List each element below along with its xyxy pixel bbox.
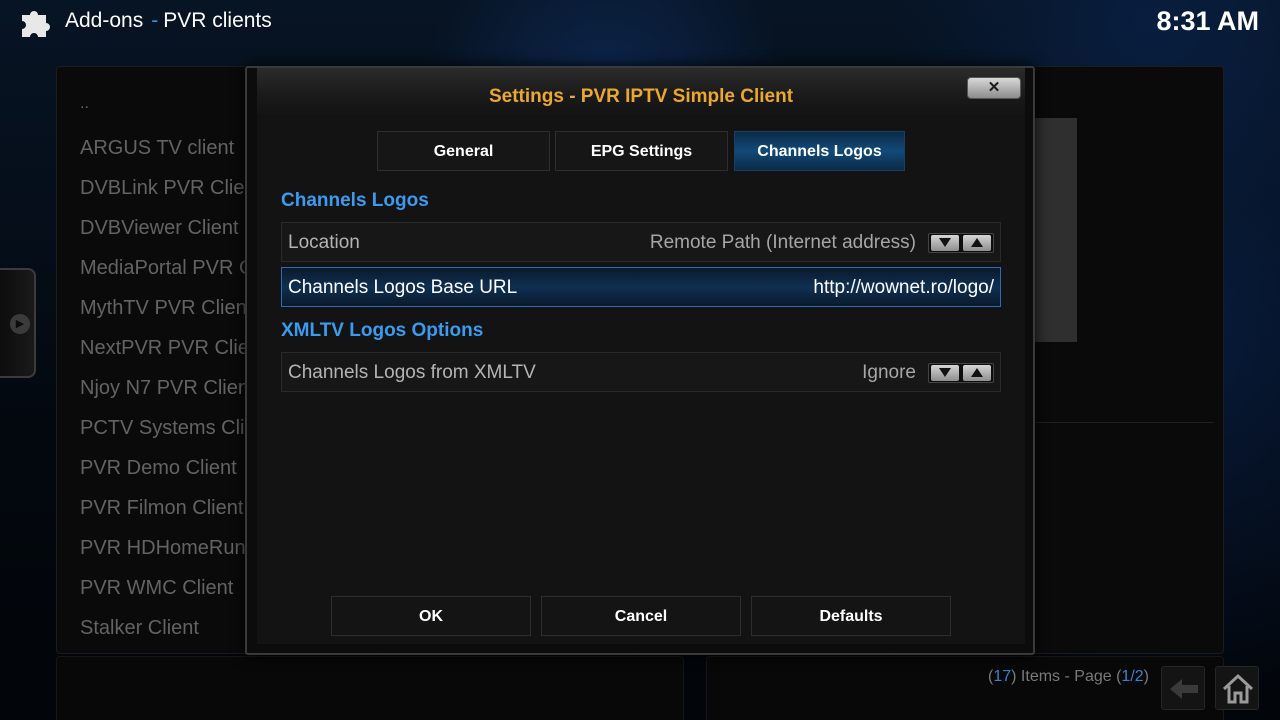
back-arrow-icon [1170,679,1198,699]
triangle-down-icon [939,368,951,377]
chevron-right-icon: ▶ [10,314,30,334]
spinner-up-button[interactable] [963,365,991,381]
triangle-up-icon [971,368,983,377]
close-icon: ✕ [987,79,1001,96]
value-spinner [928,363,994,383]
setting-label: Location [288,232,360,253]
addon-list: .. ARGUS TV client DVBLink PVR Client DV… [80,88,248,648]
items-count: 17 [993,668,1012,685]
footer-right-bar [706,656,1224,720]
clock: 8:31 AM [1156,6,1259,36]
tab-channels-logos[interactable]: Channels Logos [734,131,905,171]
tab-general[interactable]: General [377,131,550,171]
list-item[interactable]: PVR Demo Client [80,448,248,488]
tab-epg-settings[interactable]: EPG Settings [555,131,728,171]
puzzle-piece-icon [22,11,50,37]
settings-dialog: Settings - PVR IPTV Simple Client ✕ Gene… [245,66,1035,655]
list-item[interactable]: NextPVR PVR Client [80,328,248,368]
items-page-info: (17) Items - Page (1/2) [988,668,1149,685]
close-button[interactable]: ✕ [967,77,1021,99]
spinner-down-button[interactable] [931,235,959,251]
spinner-down-button[interactable] [931,365,959,381]
page-total: 2 [1134,668,1144,685]
setting-value: http://wownet.ro/logo/ [813,277,994,298]
spinner-up-button[interactable] [963,235,991,251]
breadcrumb: Add-ons - PVR clients [65,9,272,33]
setting-label: Channels Logos Base URL [288,277,518,298]
defaults-button[interactable]: Defaults [751,596,951,636]
list-item[interactable]: Njoy N7 PVR Client [80,368,248,408]
triangle-up-icon [971,238,983,247]
home-button[interactable] [1215,666,1259,710]
home-icon [1222,673,1254,704]
ok-button[interactable]: OK [331,596,531,636]
triangle-down-icon [939,238,951,247]
setting-value: Ignore [862,362,916,383]
cancel-button[interactable]: Cancel [541,596,741,636]
list-item[interactable]: MediaPortal PVR Client [80,248,248,288]
section-title-channels-logos: Channels Logos [281,190,429,211]
breadcrumb-separator: - [151,9,159,32]
side-menu-tab[interactable]: ▶ [0,268,36,378]
list-item[interactable]: PVR HDHomeRun Client [80,528,248,568]
footer-left-bar [56,656,684,720]
value-spinner [928,233,994,253]
back-button[interactable] [1161,666,1205,710]
setting-value: Remote Path (Internet address) [649,232,916,253]
setting-label: Channels Logos from XMLTV [288,362,536,383]
dialog-titlebar: Settings - PVR IPTV Simple Client ✕ [257,68,1025,118]
list-item[interactable]: PCTV Systems Client [80,408,248,448]
list-item-parent[interactable]: .. [80,88,248,120]
section-title-xmltv-logos-options: XMLTV Logos Options [281,320,484,341]
setting-channels-logos-from-xmltv[interactable]: Channels Logos from XMLTV Ignore [281,352,1001,392]
list-item[interactable]: DVBViewer Client [80,208,248,248]
list-item[interactable]: MythTV PVR Client [80,288,248,328]
list-item[interactable]: DVBLink PVR Client [80,168,248,208]
setting-channels-logos-base-url[interactable]: Channels Logos Base URL http://wownet.ro… [281,267,1001,307]
breadcrumb-section: Add-ons [65,9,144,32]
breadcrumb-subsection: PVR clients [163,9,272,32]
list-item[interactable]: Stalker Client [80,608,248,648]
list-item[interactable]: ARGUS TV client [80,128,248,168]
list-item[interactable]: PVR Filmon Client [80,488,248,528]
info-divider [1034,422,1214,423]
addon-thumbnail [1034,118,1077,342]
page-current: 1 [1121,668,1131,685]
kodi-screen: Add-ons - PVR clients 8:31 AM .. ARGUS TV … [0,0,1280,720]
dialog-title: Settings - PVR IPTV Simple Client [488,86,794,107]
setting-location[interactable]: Location Remote Path (Internet address) [281,222,1001,262]
list-item[interactable]: PVR WMC Client [80,568,248,608]
